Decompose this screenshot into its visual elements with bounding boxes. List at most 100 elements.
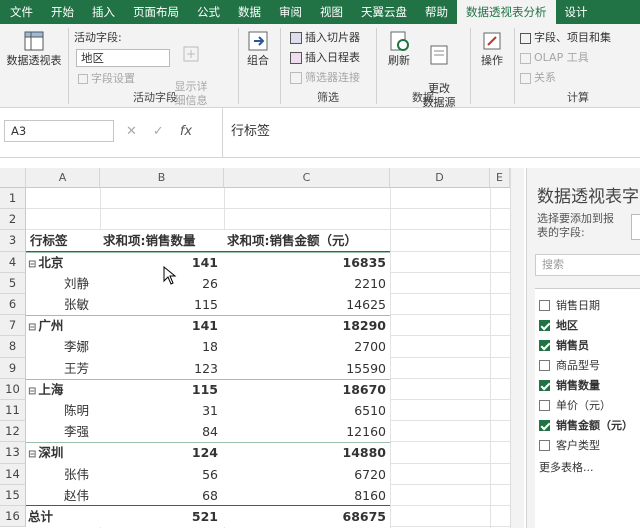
pivot-table-button[interactable]: 数据透视表 <box>6 30 62 68</box>
panel-settings-icon[interactable] <box>631 214 640 240</box>
formula-input[interactable]: 行标签 <box>222 108 640 158</box>
confirm-icon[interactable]: ✓ <box>153 124 164 139</box>
row-header-16[interactable]: 16 <box>0 506 26 528</box>
field-item[interactable]: 销售数量 <box>539 377 600 393</box>
pivot-qty-value[interactable]: 84 <box>100 421 224 443</box>
tab-3[interactable]: 页面布局 <box>124 0 188 24</box>
field-search-input[interactable]: 搜索 <box>535 254 640 276</box>
checkbox-checked-icon[interactable] <box>539 379 550 391</box>
checkbox-unchecked-icon[interactable] <box>539 359 550 371</box>
pivot-amount-value[interactable]: 8160 <box>224 484 390 506</box>
pivot-amount-value[interactable]: 18670 <box>224 378 390 400</box>
tab-7[interactable]: 视图 <box>311 0 352 24</box>
pivot-salesperson-label[interactable]: 陈明 <box>26 400 100 422</box>
tab-5[interactable]: 数据 <box>229 0 270 24</box>
collapse-icon[interactable]: ⊟ <box>28 449 36 460</box>
row-header-7[interactable]: 7 <box>0 315 26 337</box>
row-header-3[interactable]: 3 <box>0 230 26 252</box>
pivot-amount-value[interactable]: 2210 <box>224 272 390 294</box>
pivot-qty-value[interactable]: 141 <box>100 251 224 273</box>
vertical-scrollbar[interactable] <box>510 168 524 528</box>
checkbox-unchecked-icon[interactable] <box>539 439 550 451</box>
field-item[interactable]: 商品型号 <box>539 357 600 373</box>
pivot-salesperson-label[interactable]: 李强 <box>26 421 100 443</box>
field-item[interactable]: 销售日期 <box>539 297 600 313</box>
pivot-header-row-labels[interactable]: 行标签 <box>26 230 100 252</box>
pivot-salesperson-label[interactable]: 赵伟 <box>26 484 100 506</box>
pivot-qty-value[interactable]: 115 <box>100 378 224 400</box>
select-all-corner[interactable] <box>0 168 26 188</box>
pivot-salesperson-label[interactable]: 李娜 <box>26 336 100 358</box>
tab-6[interactable]: 审阅 <box>270 0 311 24</box>
pivot-amount-value[interactable]: 14625 <box>224 294 390 316</box>
checkbox-unchecked-icon[interactable] <box>539 299 550 311</box>
pivot-total-label[interactable]: 总计 <box>26 506 100 528</box>
column-header-D[interactable]: D <box>390 168 490 188</box>
field-item[interactable]: 地区 <box>539 317 578 333</box>
pivot-qty-value[interactable]: 115 <box>100 294 224 316</box>
row-header-8[interactable]: 8 <box>0 336 26 358</box>
pivot-total-qty[interactable]: 521 <box>100 506 224 528</box>
pivot-region-label[interactable]: ⊟ 广州 <box>26 315 100 337</box>
pivot-total-amount[interactable]: 68675 <box>224 506 390 528</box>
pivot-qty-value[interactable]: 26 <box>100 272 224 294</box>
row-header-4[interactable]: 4 <box>0 251 26 273</box>
cancel-icon[interactable]: ✕ <box>126 124 137 139</box>
pivot-qty-value[interactable]: 18 <box>100 336 224 358</box>
pivot-amount-value[interactable]: 18290 <box>224 315 390 337</box>
row-header-1[interactable]: 1 <box>0 188 26 210</box>
worksheet-grid[interactable]: A B C D E 1 2 3 4 5 6 7 8 9 10 11 12 13 14 15 16 行标签 求和项:销售数量求… <box>0 168 518 528</box>
pivot-qty-value[interactable]: 141 <box>100 315 224 337</box>
pivot-amount-value[interactable]: 14880 <box>224 442 390 464</box>
row-header-14[interactable]: 14 <box>0 463 26 485</box>
row-header-10[interactable]: 10 <box>0 378 26 400</box>
collapse-icon[interactable]: ⊟ <box>28 386 36 397</box>
pivot-amount-value[interactable]: 6510 <box>224 400 390 422</box>
pivot-region-label[interactable]: ⊟ 深圳 <box>26 442 100 464</box>
column-header-B[interactable]: B <box>100 168 224 188</box>
pivot-salesperson-label[interactable]: 张敏 <box>26 294 100 316</box>
tab-9[interactable]: 帮助 <box>416 0 457 24</box>
pivot-qty-value[interactable]: 68 <box>100 484 224 506</box>
pivot-header-qty[interactable]: 求和项:销售数量 <box>100 230 224 252</box>
tab-11[interactable]: 设计 <box>556 0 597 24</box>
collapse-icon[interactable]: ⊟ <box>28 322 36 333</box>
pivot-salesperson-label[interactable]: 刘静 <box>26 272 100 294</box>
row-header-12[interactable]: 12 <box>0 421 26 443</box>
more-tables-link[interactable]: 更多表格... <box>539 459 594 475</box>
tab-1[interactable]: 开始 <box>42 0 83 24</box>
pivot-header-amount[interactable]: 求和项:销售金额（元） <box>224 230 390 252</box>
fx-icon[interactable]: fx <box>180 124 192 139</box>
pivot-qty-value[interactable]: 56 <box>100 463 224 485</box>
pivot-amount-value[interactable]: 15590 <box>224 357 390 379</box>
tab-0[interactable]: 文件 <box>0 0 42 24</box>
pivot-qty-value[interactable]: 31 <box>100 400 224 422</box>
pivot-amount-value[interactable]: 2700 <box>224 336 390 358</box>
checkbox-checked-icon[interactable] <box>539 319 550 331</box>
pivot-region-label[interactable]: ⊟ 上海 <box>26 378 100 400</box>
name-box[interactable]: A3 <box>4 120 114 142</box>
pivot-amount-value[interactable]: 16835 <box>224 251 390 273</box>
field-item[interactable]: 销售金额（元） <box>539 417 633 433</box>
tab-10[interactable]: 数据透视表分析 <box>457 0 556 24</box>
row-header-11[interactable]: 11 <box>0 400 26 422</box>
pivot-salesperson-label[interactable]: 王芳 <box>26 357 100 379</box>
column-header-A[interactable]: A <box>26 168 100 188</box>
checkbox-unchecked-icon[interactable] <box>539 399 550 411</box>
row-header-13[interactable]: 13 <box>0 442 26 464</box>
actions-button[interactable]: 操作 <box>476 30 508 68</box>
column-header-E[interactable]: E <box>490 168 510 188</box>
field-item[interactable]: 单价（元） <box>539 397 611 413</box>
pivot-salesperson-label[interactable]: 张伟 <box>26 463 100 485</box>
row-header-9[interactable]: 9 <box>0 357 26 379</box>
tab-8[interactable]: 天翼云盘 <box>352 0 416 24</box>
field-item[interactable]: 客户类型 <box>539 437 600 453</box>
row-header-5[interactable]: 5 <box>0 272 26 294</box>
checkbox-checked-icon[interactable] <box>539 419 550 431</box>
row-header-6[interactable]: 6 <box>0 294 26 316</box>
tab-4[interactable]: 公式 <box>188 0 229 24</box>
group-button[interactable]: 组合 <box>242 30 274 68</box>
pivot-region-label[interactable]: ⊟ 北京 <box>26 251 100 273</box>
checkbox-checked-icon[interactable] <box>539 339 550 351</box>
tab-2[interactable]: 插入 <box>83 0 124 24</box>
